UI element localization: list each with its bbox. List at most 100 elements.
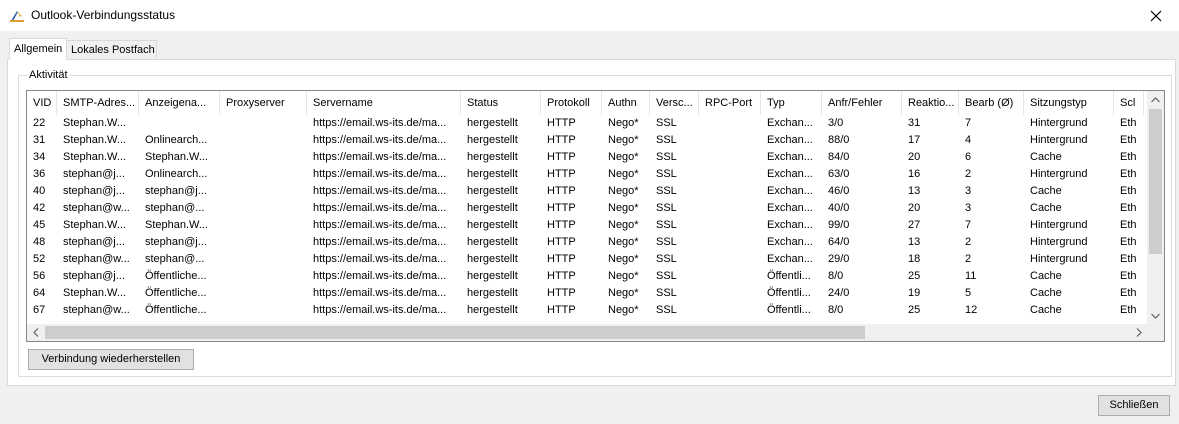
column-header[interactable]: Anzeigena... xyxy=(139,91,220,115)
table-cell: https://email.ws-its.de/ma... xyxy=(313,134,447,146)
table-row[interactable]: 56 stephan@j... Öffentliche... https://emai… xyxy=(27,268,1139,285)
scroll-corner xyxy=(1147,324,1164,341)
column-header[interactable]: Anfr/Fehler xyxy=(822,91,902,115)
column-header[interactable]: Servername xyxy=(307,91,461,115)
column-header[interactable]: Scl xyxy=(1114,91,1144,115)
column-header[interactable]: Typ xyxy=(761,91,822,115)
scroll-right-icon[interactable] xyxy=(1130,324,1147,341)
table-row[interactable]: 40 stephan@j... stephan@j... https://email.… xyxy=(27,183,1139,200)
table-cell: Stephan.W... xyxy=(145,151,208,163)
table-cell: https://email.ws-its.de/ma... xyxy=(313,253,447,265)
table-cell: HTTP xyxy=(547,117,576,129)
table-row[interactable]: 45 Stephan.W... Stephan.W... https://email.… xyxy=(27,217,1139,234)
horizontal-scrollbar[interactable] xyxy=(27,324,1147,341)
column-header[interactable]: Status xyxy=(461,91,541,115)
table-cell: HTTP xyxy=(547,253,576,265)
column-header[interactable]: SMTP-Adres... xyxy=(57,91,139,115)
table-cell: 4 xyxy=(965,134,972,146)
table-cell: 13 xyxy=(908,236,921,248)
connection-list[interactable]: VID SMTP-Adres... Anzeigena... Proxyserver S… xyxy=(26,90,1165,342)
table-cell xyxy=(699,115,761,132)
table-cell xyxy=(220,268,307,285)
table-cell: stephan@w... xyxy=(63,202,130,214)
table-cell: 25 xyxy=(908,304,921,316)
table-cell: 22 xyxy=(33,117,46,129)
table-cell: Cache xyxy=(1030,304,1062,316)
reconnect-button[interactable]: Verbindung wiederherstellen xyxy=(28,349,194,370)
table-cell: Cache xyxy=(1030,270,1062,282)
table-cell: Onlinearch... xyxy=(145,168,208,180)
scroll-up-icon[interactable] xyxy=(1147,91,1164,108)
table-cell: Eth xyxy=(1120,134,1137,146)
vertical-scroll-thumb[interactable] xyxy=(1149,109,1162,254)
table-cell: 45 xyxy=(33,219,46,231)
column-header[interactable]: RPC-Port xyxy=(699,91,761,115)
table-cell: HTTP xyxy=(547,151,576,163)
column-header[interactable]: VID xyxy=(27,91,57,115)
table-row[interactable]: 36 stephan@j... Onlinearch... https://email… xyxy=(27,166,1139,183)
table-cell: stephan@j... xyxy=(63,185,125,197)
close-icon xyxy=(1150,10,1162,21)
tab-lokales-postfach[interactable]: Lokales Postfach xyxy=(66,40,157,58)
table-cell: Eth xyxy=(1120,151,1137,163)
table-cell: Exchan... xyxy=(767,134,813,146)
table-row[interactable]: 48 stephan@j... stephan@j... https://email.… xyxy=(27,234,1139,251)
table-cell: 5 xyxy=(965,287,972,299)
column-header[interactable]: Authn xyxy=(602,91,650,115)
close-button[interactable]: Schließen xyxy=(1098,395,1170,416)
table-cell: https://email.ws-its.de/ma... xyxy=(313,287,447,299)
table-row[interactable]: 22 Stephan.W... https://email.ws-its.de/ma… xyxy=(27,115,1139,132)
table-cell: Hintergrund xyxy=(1030,253,1088,265)
table-cell: hergestellt xyxy=(467,219,518,231)
table-row[interactable]: 42 stephan@w... stephan@... https://email.w… xyxy=(27,200,1139,217)
table-cell: Cache xyxy=(1030,287,1062,299)
table-cell: 27 xyxy=(908,219,921,231)
column-header[interactable]: Protokoll xyxy=(541,91,602,115)
table-cell: Exchan... xyxy=(767,168,813,180)
table-cell: HTTP xyxy=(547,270,576,282)
tab-label: Allgemein xyxy=(14,43,63,55)
table-cell: Nego* xyxy=(608,117,639,129)
column-header[interactable]: Proxyserver xyxy=(220,91,307,115)
table-cell xyxy=(220,183,307,200)
table-cell: Eth xyxy=(1120,117,1137,129)
table-cell: Öffentliche... xyxy=(145,270,207,282)
table-cell: 3 xyxy=(965,202,972,214)
table-row[interactable]: 52 stephan@w... stephan@... https://email.w… xyxy=(27,251,1139,268)
window-title: Outlook-Verbindungsstatus xyxy=(31,8,176,22)
table-row[interactable]: 31 Stephan.W... Onlinearch... https://email… xyxy=(27,132,1139,149)
column-header[interactable]: Sitzungstyp xyxy=(1024,91,1114,115)
column-header[interactable]: Reaktio... xyxy=(902,91,959,115)
table-row[interactable]: 64 Stephan.W... Öffentliche... https://emai… xyxy=(27,285,1139,302)
table-cell: 8/0 xyxy=(828,304,844,316)
table-cell: 40 xyxy=(33,185,46,197)
column-header[interactable]: Versc... xyxy=(650,91,699,115)
table-cell: SSL xyxy=(656,117,677,129)
table-cell: 8/0 xyxy=(828,270,844,282)
table-cell xyxy=(699,132,761,149)
table-cell: hergestellt xyxy=(467,253,518,265)
vertical-scrollbar[interactable] xyxy=(1147,91,1164,324)
window-close-button[interactable] xyxy=(1133,0,1179,31)
scroll-left-icon[interactable] xyxy=(27,324,44,341)
scroll-down-icon[interactable] xyxy=(1147,307,1164,324)
table-cell: 42 xyxy=(33,202,46,214)
tab-allgemein[interactable]: Allgemein xyxy=(9,38,67,60)
table-cell: stephan@j... xyxy=(145,236,207,248)
table-cell: Eth xyxy=(1120,253,1137,265)
table-row[interactable]: 67 stephan@w... Öffentliche... https://emai… xyxy=(27,302,1139,319)
table-cell: https://email.ws-its.de/ma... xyxy=(313,202,447,214)
column-header[interactable]: Bearb (Ø) xyxy=(959,91,1024,115)
table-cell: HTTP xyxy=(547,219,576,231)
table-cell xyxy=(220,302,307,319)
table-cell: HTTP xyxy=(547,287,576,299)
table-cell xyxy=(220,200,307,217)
table-cell: SSL xyxy=(656,168,677,180)
table-cell: Nego* xyxy=(608,168,639,180)
table-cell: hergestellt xyxy=(467,304,518,316)
table-row[interactable]: 34 Stephan.W... Stephan.W... https://email.… xyxy=(27,149,1139,166)
table-cell: https://email.ws-its.de/ma... xyxy=(313,270,447,282)
table-cell: 34 xyxy=(33,151,46,163)
horizontal-scroll-thumb[interactable] xyxy=(45,326,865,339)
table-cell: https://email.ws-its.de/ma... xyxy=(313,304,447,316)
